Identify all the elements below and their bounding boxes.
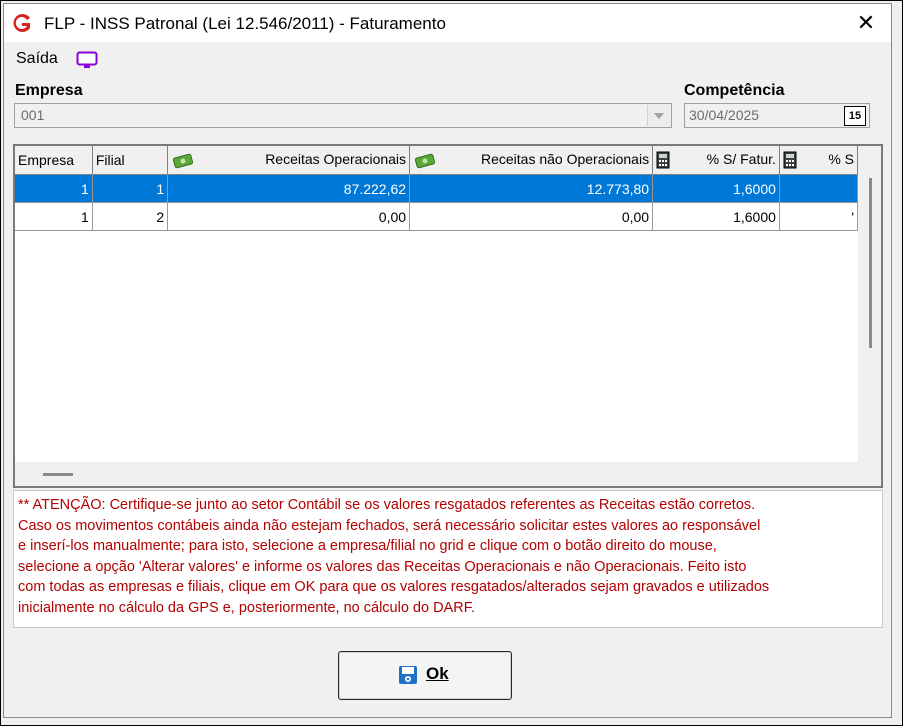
grid-body: Empresa Filial Receitas Operacionais Rec… [15,146,858,462]
cell-filial[interactable]: 1 [92,174,169,203]
note-line: e inserí-los manualmente; para isto, sel… [18,538,717,554]
column-header-receitas-nao-operacionais[interactable]: Receitas não Operacionais [409,146,654,175]
menu-item-saida[interactable]: Saída [16,50,58,68]
cell-receitas-nao-operacionais[interactable]: 12.773,80 [409,174,654,203]
ok-label-text: Ok [426,664,449,683]
monitor-icon[interactable] [76,51,98,69]
cell-receitas-operacionais[interactable]: 87.222,62 [167,174,411,203]
column-header-label: % S [828,151,854,167]
dialog-window: FLP - INSS Patronal (Lei 12.546/2011) - … [3,3,892,718]
grid-header-row: Empresa Filial Receitas Operacionais Rec… [15,146,858,175]
competencia-label: Competência [684,82,785,99]
competencia-date-field[interactable]: 30/04/2025 15 [684,103,870,128]
combo-dropdown-button[interactable] [647,105,670,126]
vertical-scroll-thumb[interactable] [869,178,872,348]
cell-pct-fatur[interactable]: 1,6000 [652,174,780,203]
cell-receitas-nao-operacionais[interactable]: 0,00 [409,202,654,231]
empresa-combo[interactable]: 001 [14,103,672,128]
horizontal-scrollbar[interactable] [15,462,881,486]
cell-pct-fatur[interactable]: 1,6000 [652,202,780,231]
menu-bar: Saída [4,42,891,78]
empresa-label: Empresa [15,82,83,99]
window-title: FLP - INSS Patronal (Lei 12.546/2011) - … [44,14,446,33]
column-header-pct-s[interactable]: % S [779,146,858,175]
note-line: inicialmente no cálculo da GPS e, poster… [18,599,475,616]
money-icon [415,153,436,169]
attention-note: ** ATENÇÃO: Certifique-se junto ao setor… [13,490,883,628]
faturamento-grid[interactable]: Empresa Filial Receitas Operacionais Rec… [13,144,883,488]
note-line: selecione a opção 'Alterar valores' e in… [18,558,747,575]
money-icon [173,153,194,169]
cell-filial[interactable]: 2 [92,202,169,231]
note-line: ** ATENÇÃO: Certifique-se junto ao setor… [18,497,756,513]
column-header-label: % S/ Fatur. [706,151,776,167]
cell-pct-s[interactable]: ' [779,202,858,231]
cell-receitas-operacionais[interactable]: 0,00 [167,202,411,231]
column-header-filial[interactable]: Filial [92,146,169,175]
horizontal-scroll-thumb[interactable] [43,473,73,476]
vertical-scrollbar[interactable] [859,146,881,462]
ok-button-label: Ok [426,664,449,684]
save-icon [399,666,417,684]
competencia-value: 30/04/2025 [689,107,760,123]
column-header-pct-fatur[interactable]: % S/ Fatur. [652,146,780,175]
ok-button[interactable]: Ok [338,651,512,700]
calculator-icon [783,151,797,169]
grid-table: Empresa Filial Receitas Operacionais Rec… [15,146,858,231]
empresa-value: 001 [21,107,45,123]
cell-pct-s[interactable] [779,174,858,203]
calculator-icon [656,151,670,169]
note-line: Caso os movimentos contábeis ainda não e… [18,517,761,534]
column-header-label: Receitas Operacionais [265,151,407,167]
close-icon[interactable]: ✕ [851,8,881,38]
title-bar[interactable]: FLP - INSS Patronal (Lei 12.546/2011) - … [4,4,891,42]
table-row[interactable]: 1 1 87.222,62 12.773,80 1,6000 [15,174,858,203]
chevron-down-icon [654,113,664,119]
cell-empresa[interactable]: 1 [15,202,93,231]
note-line: com todas as empresas e filiais, clique … [18,579,770,595]
table-row[interactable]: 1 2 0,00 0,00 1,6000 ' [15,202,858,231]
column-header-label: Receitas não Operacionais [480,151,650,167]
column-header-receitas-operacionais[interactable]: Receitas Operacionais [167,146,411,175]
column-header-empresa[interactable]: Empresa [15,146,93,175]
app-logo-icon [13,14,30,32]
calendar-icon[interactable]: 15 [844,106,866,126]
cell-empresa[interactable]: 1 [15,174,93,203]
